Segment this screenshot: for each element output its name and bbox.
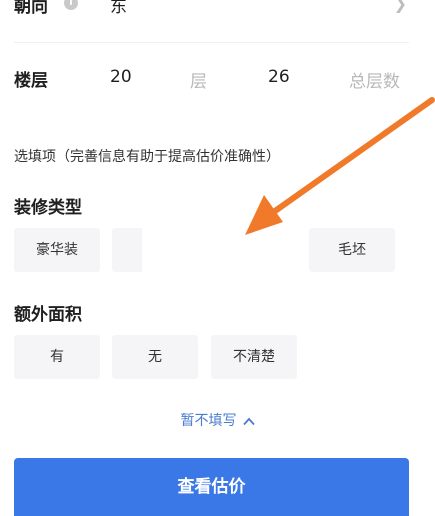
floor-input[interactable]: 20 xyxy=(110,67,132,87)
collapse-label: 暂不填写 xyxy=(180,413,237,429)
floor-row: 楼层 20 层 26 总层数 xyxy=(14,66,419,96)
option-yes[interactable]: 有 xyxy=(14,335,100,379)
orientation-row[interactable]: 朝向 i 东 ❯ xyxy=(14,0,409,34)
floor-unit: 层 xyxy=(190,72,207,92)
white-overlay xyxy=(142,222,297,282)
divider xyxy=(14,42,409,43)
info-icon[interactable]: i xyxy=(64,0,78,10)
floor-label: 楼层 xyxy=(14,71,48,91)
option-unsure[interactable]: 不清楚 xyxy=(211,335,297,379)
option-luxury[interactable]: 豪华装 xyxy=(14,228,100,272)
optional-note: 选填项（完善信息有助于提高估价准确性） xyxy=(14,149,280,165)
view-estimate-button[interactable]: 查看估价 xyxy=(14,458,409,516)
orientation-value: 东 xyxy=(110,0,127,17)
decoration-title: 装修类型 xyxy=(14,198,82,218)
total-floors-input[interactable]: 26 xyxy=(268,67,290,87)
total-floors-label: 总层数 xyxy=(349,72,400,92)
arrow-shaft xyxy=(265,97,435,219)
extra-area-title: 额外面积 xyxy=(14,305,82,325)
chevron-right-icon: ❯ xyxy=(393,0,407,13)
chevron-up-icon xyxy=(242,413,255,429)
option-no[interactable]: 无 xyxy=(112,335,198,379)
option-unfinished[interactable]: 毛坯 xyxy=(309,228,395,272)
collapse-link[interactable]: 暂不填写 xyxy=(0,410,435,430)
orientation-label: 朝向 xyxy=(14,0,48,17)
